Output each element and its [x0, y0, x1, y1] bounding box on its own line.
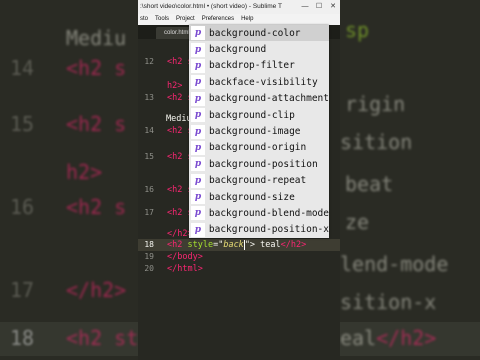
- autocomplete-item-label: backdrop-filter: [209, 60, 295, 72]
- autocomplete-item[interactable]: p background-size: [189, 189, 329, 205]
- bg-text: lend-mode: [340, 252, 449, 276]
- autocomplete-item-label: background-size: [209, 191, 295, 203]
- code-line-current: <h2 style="back"> teal</h2>: [167, 240, 307, 250]
- autocomplete-item-label: background-blend-mode: [208, 207, 329, 219]
- maximize-button[interactable]: ☐: [312, 0, 326, 14]
- code-line: h2>: [167, 81, 183, 91]
- minimize-button[interactable]: —: [298, 0, 312, 14]
- property-kind-icon: p: [191, 124, 205, 139]
- autocomplete-popup: p background-color p background p backdrop-fi…: [189, 25, 329, 239]
- line-number: 20: [144, 264, 154, 273]
- code-line: </body>: [167, 252, 203, 262]
- autocomplete-item-label: background-repeat: [209, 175, 307, 187]
- menu-item-tools[interactable]: Tools: [155, 14, 169, 25]
- autocomplete-item-label: background-position-x: [208, 224, 329, 236]
- property-kind-icon: p: [191, 108, 205, 123]
- property-kind-icon: p: [191, 173, 205, 188]
- bg-text: ze: [345, 210, 370, 234]
- code-line: Mediu: [166, 114, 192, 124]
- bg-text: </h2>: [66, 278, 127, 302]
- property-kind-icon: p: [191, 157, 205, 172]
- menu-item-project[interactable]: Project: [176, 14, 195, 25]
- line-number: 15: [144, 152, 154, 161]
- property-kind-icon: p: [191, 222, 205, 237]
- bg-text: h2>: [66, 160, 103, 184]
- autocomplete-item[interactable]: p background-image: [189, 123, 329, 139]
- line-number: 13: [144, 93, 154, 102]
- autocomplete-item-label: background: [209, 44, 267, 56]
- autocomplete-item[interactable]: p background-position-x: [189, 222, 329, 238]
- bg-text: sition-x: [340, 290, 437, 314]
- line-number: 19: [144, 252, 154, 261]
- autocomplete-item[interactable]: p background: [189, 41, 329, 57]
- bg-text: <h2 s: [66, 195, 127, 219]
- property-kind-icon: p: [191, 91, 205, 106]
- autocomplete-item-label: backface-visibility: [209, 76, 318, 88]
- property-kind-icon: p: [191, 140, 205, 155]
- property-kind-icon: p: [191, 75, 205, 90]
- autocomplete-item[interactable]: p background-color: [189, 25, 329, 42]
- bg-text: rigin: [345, 92, 406, 116]
- bg-line-number: 16: [10, 195, 35, 219]
- autocomplete-item[interactable]: p background-repeat: [189, 173, 329, 189]
- bg-text: eal</h2>: [340, 326, 437, 350]
- line-number: 12: [144, 57, 154, 66]
- autocomplete-item-label: background-image: [209, 126, 301, 138]
- autocomplete-item[interactable]: p background-clip: [189, 107, 329, 123]
- autocomplete-item[interactable]: p background-position: [189, 156, 329, 172]
- menu-item-preferences[interactable]: Preferences: [202, 14, 234, 25]
- property-kind-icon: p: [191, 190, 205, 205]
- code-line: </html>: [167, 264, 203, 274]
- close-button[interactable]: ✕: [326, 0, 340, 14]
- menu-bar: sto Tools Project Preferences Help: [138, 14, 340, 25]
- autocomplete-item[interactable]: p background-blend-mode: [189, 205, 329, 221]
- bg-text: sp: [345, 18, 370, 42]
- line-number: 14: [144, 126, 154, 135]
- property-kind-icon: p: [191, 58, 205, 73]
- autocomplete-item[interactable]: p background-origin: [189, 140, 329, 156]
- autocomplete-item-label: background-attachment: [208, 93, 329, 105]
- autocomplete-item-label: background-position: [209, 158, 318, 170]
- line-number: 18: [144, 240, 154, 249]
- bg-text: Mediu: [66, 26, 127, 50]
- autocomplete-item[interactable]: p background-attachment: [189, 91, 329, 107]
- bg-text: <h2 s: [66, 56, 127, 80]
- bg-text: <h2 s: [66, 112, 127, 136]
- bg-line-number: 18: [10, 326, 35, 350]
- bg-line-number: 14: [10, 56, 35, 80]
- title-bar: :\short video\color.html • (short video)…: [138, 0, 340, 14]
- window-controls: — ☐ ✕: [298, 0, 340, 14]
- menu-item-help[interactable]: Help: [241, 14, 253, 25]
- window-title: :\short video\color.html • (short video)…: [140, 3, 282, 10]
- bg-text: sition: [340, 130, 413, 154]
- bg-line-number: 17: [10, 278, 35, 302]
- property-kind-icon: p: [191, 206, 205, 221]
- bg-line-number: 15: [10, 112, 35, 136]
- bg-text: <h2 st: [66, 326, 139, 350]
- line-number: 16: [144, 185, 154, 194]
- line-number: 17: [144, 208, 154, 217]
- bg-text: beat: [345, 172, 394, 196]
- menu-item-goto[interactable]: sto: [140, 14, 148, 25]
- autocomplete-item-label: background-color: [209, 27, 301, 39]
- autocomplete-item-label: background-clip: [209, 109, 295, 121]
- autocomplete-item[interactable]: p backdrop-filter: [189, 58, 329, 74]
- property-kind-icon: p: [191, 26, 205, 41]
- autocomplete-item[interactable]: p backface-visibility: [189, 74, 329, 90]
- property-kind-icon: p: [191, 42, 205, 57]
- autocomplete-item-label: background-origin: [209, 142, 307, 154]
